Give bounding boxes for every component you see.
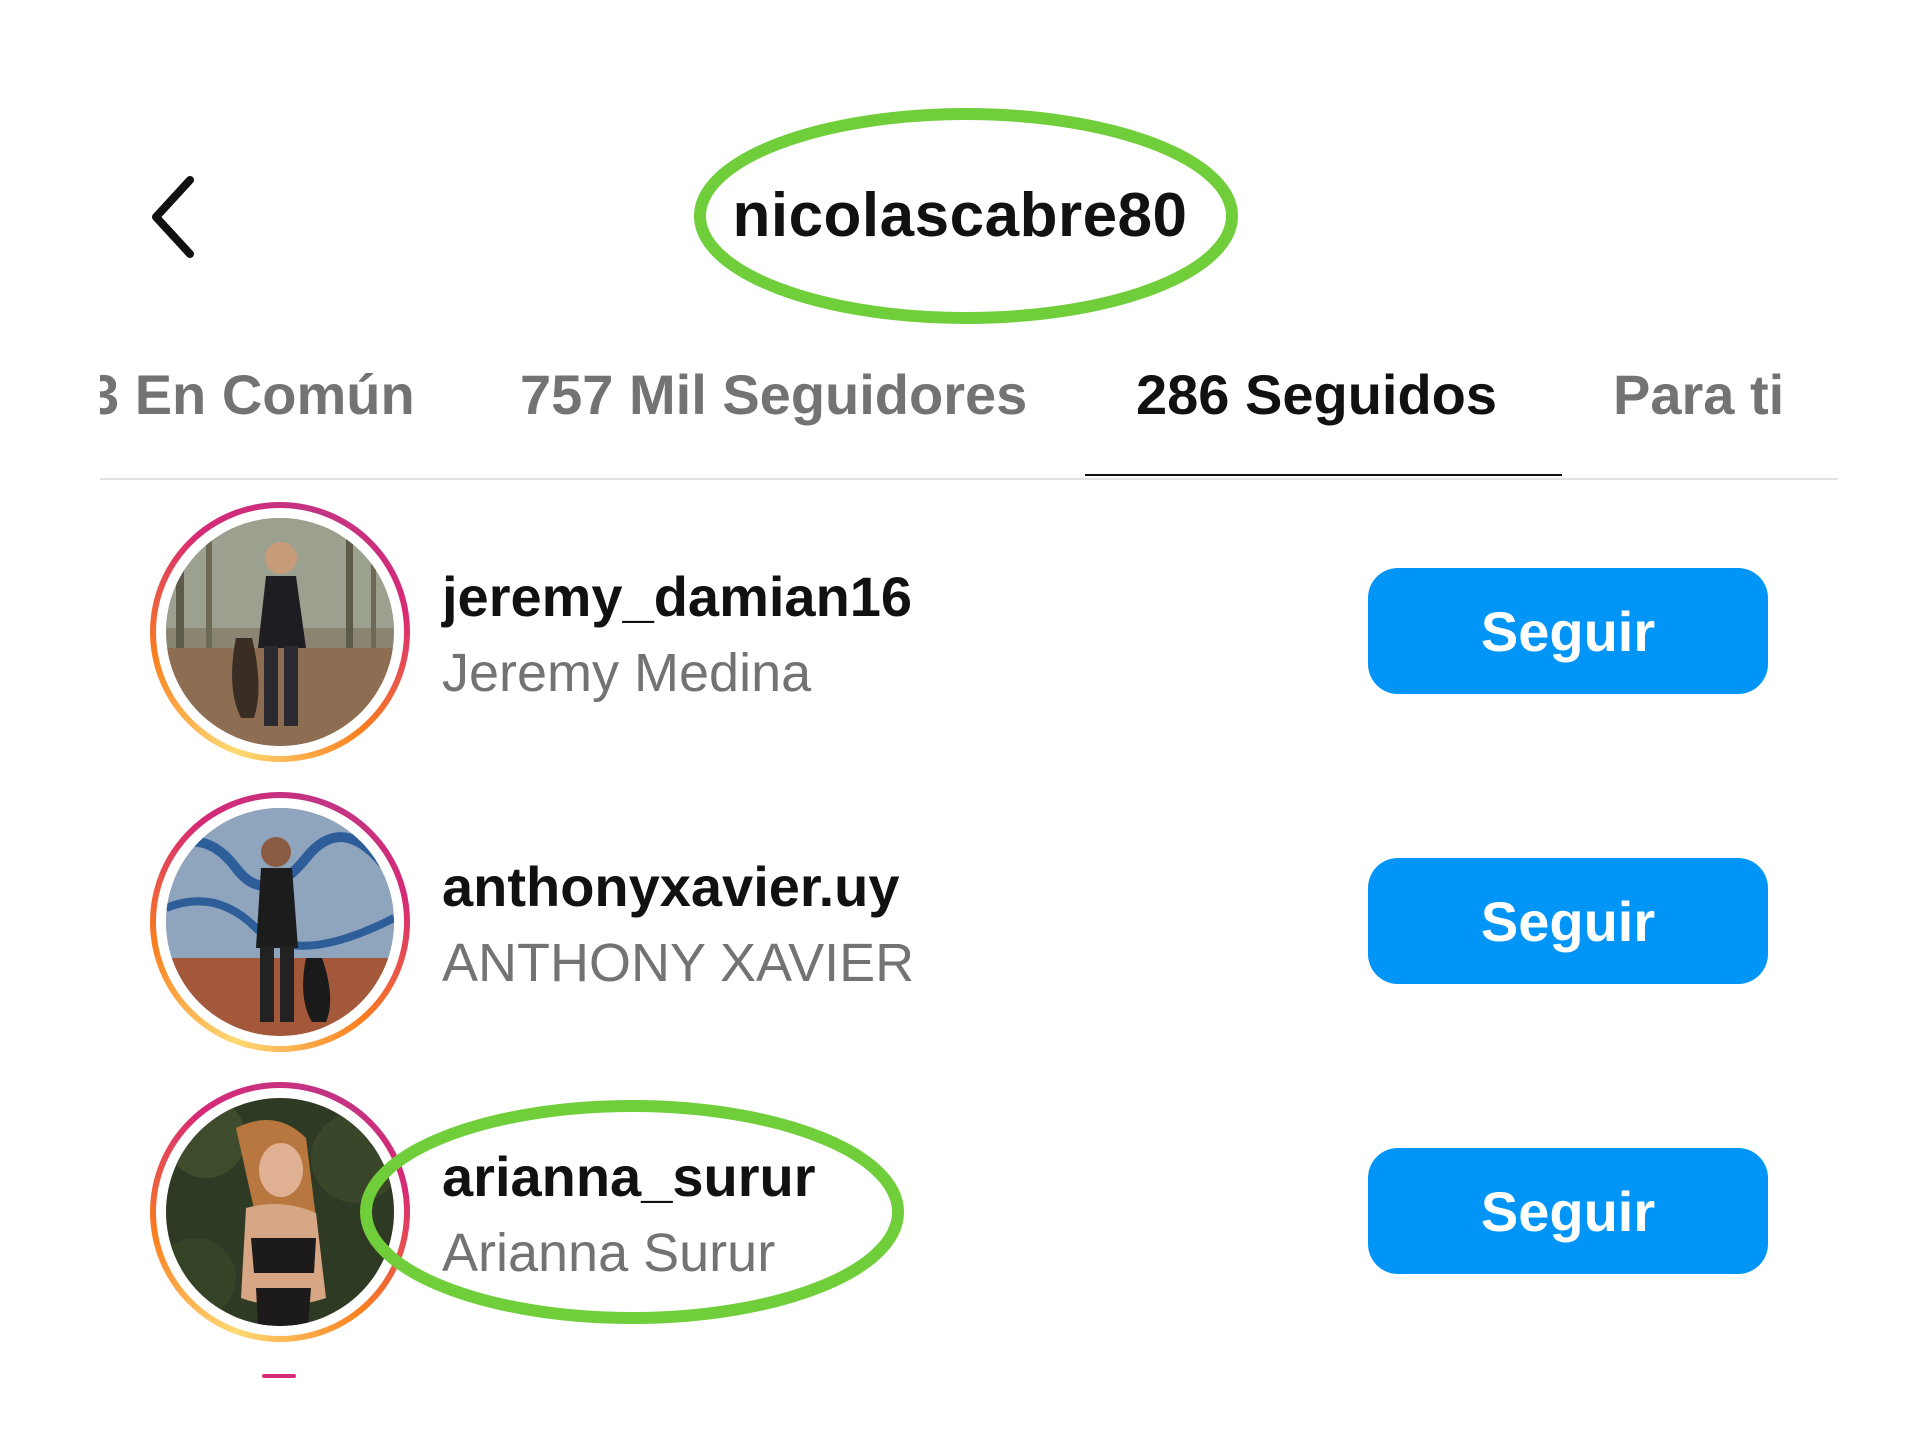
list-item[interactable]: arianna_surur Arianna Surur Seguir: [0, 1070, 1920, 1360]
active-tab-indicator: [1085, 474, 1562, 476]
tab-en-comun[interactable]: 3 En Común: [100, 362, 415, 427]
follow-button[interactable]: Seguir: [1368, 568, 1768, 694]
full-name: Jeremy Medina: [442, 643, 812, 703]
tab-seguidos[interactable]: 286 Seguidos: [1136, 362, 1497, 427]
tab-seguidores[interactable]: 757 Mil Seguidores: [520, 362, 1027, 427]
full-name: ANTHONY XAVIER: [442, 933, 915, 993]
story-ring[interactable]: [150, 1082, 410, 1342]
username[interactable]: anthonyxavier.uy: [442, 852, 914, 922]
follow-button[interactable]: Seguir: [1368, 1148, 1768, 1274]
divider: [100, 478, 1838, 480]
avatar: [166, 1098, 394, 1326]
list-item[interactable]: anthonyxavier.uy ANTHONY XAVIER Seguir: [0, 780, 1920, 1070]
page-title: nicolascabre80: [732, 181, 1188, 250]
avatar: [166, 518, 394, 746]
story-ring[interactable]: [150, 502, 410, 762]
story-ring[interactable]: [150, 792, 410, 1052]
story-ring: [262, 1374, 296, 1378]
username[interactable]: arianna_surur: [442, 1142, 816, 1212]
username[interactable]: jeremy_damian16: [442, 562, 912, 632]
list-item[interactable]: jeremy_damian16 Jeremy Medina Seguir: [0, 490, 1920, 780]
avatar: [166, 808, 394, 1036]
full-name: Arianna Surur: [442, 1223, 776, 1283]
tab-bar: 3 En Común 757 Mil Seguidores 286 Seguid…: [100, 356, 1838, 476]
follow-button[interactable]: Seguir: [1368, 858, 1768, 984]
tab-para-ti[interactable]: Para ti: [1613, 362, 1784, 427]
